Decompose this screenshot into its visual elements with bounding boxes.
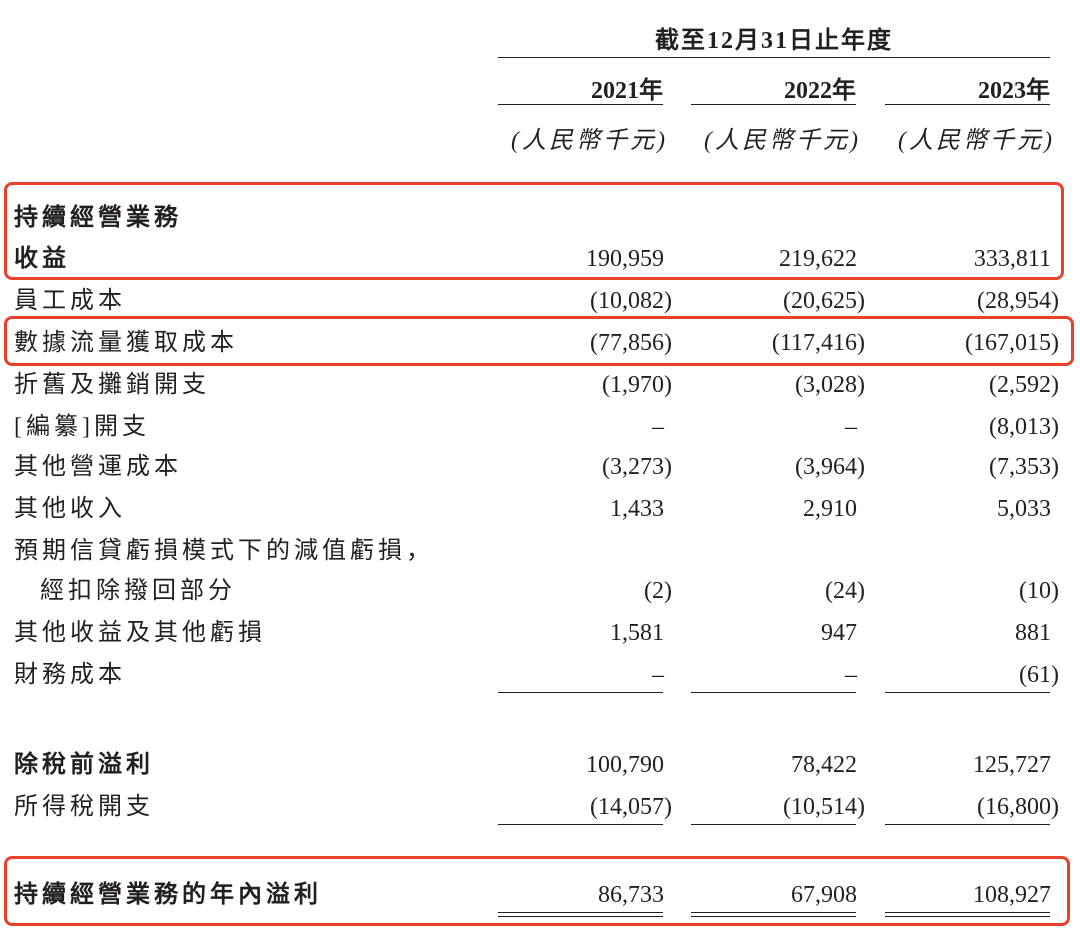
ecl-impairment-2023: (10) <box>1019 578 1059 604</box>
depreciation-2023: (2,592) <box>989 372 1059 398</box>
subtotal-rule-2022 <box>691 692 856 693</box>
other-gains-losses-2022: 947 <box>821 620 857 646</box>
other-income-2021: 1,433 <box>610 496 664 522</box>
row-label-redacted-expenses: [編纂]開支 <box>14 414 150 440</box>
highlight-box-profit <box>4 856 1070 926</box>
total-top-rule-2023 <box>885 824 1050 825</box>
finance-costs-2021: – <box>652 662 664 688</box>
profit-before-tax-2021: 100,790 <box>586 752 664 778</box>
year-rule-2021 <box>498 104 663 105</box>
ecl-impairment-2022: (24) <box>825 578 865 604</box>
unit-label-2021: (人民幣千元) <box>511 128 668 154</box>
ecl-impairment-2021: (2) <box>644 578 672 604</box>
highlight-box-traffic-cost <box>4 316 1074 366</box>
income-tax-2022: (10,514) <box>783 794 865 820</box>
total-top-rule-2022 <box>691 824 856 825</box>
other-income-2023: 5,033 <box>997 496 1051 522</box>
subtotal-rule-2023 <box>885 692 1050 693</box>
depreciation-2021: (1,970) <box>602 372 672 398</box>
year-header-2021: 2021年 <box>591 78 663 104</box>
row-label-net-of-reversal: 經扣除撥回部分 <box>40 578 236 604</box>
year-header-2023: 2023年 <box>978 78 1050 104</box>
highlight-box-revenue <box>4 182 1064 280</box>
row-label-other-operating-costs: 其他營運成本 <box>14 454 182 480</box>
finance-costs-2022: – <box>845 662 857 688</box>
subtotal-rule-2021 <box>498 692 663 693</box>
income-tax-2021: (14,057) <box>590 794 672 820</box>
year-rule-2023 <box>885 104 1050 105</box>
other-income-2022: 2,910 <box>803 496 857 522</box>
finance-costs-2023: (61) <box>1019 662 1059 688</box>
other-operating-costs-2021: (3,273) <box>602 454 672 480</box>
row-label-other-income: 其他收入 <box>14 496 126 522</box>
profit-before-tax-2023: 125,727 <box>973 752 1051 778</box>
row-label-depreciation: 折舊及攤銷開支 <box>14 372 210 398</box>
row-label-finance-costs: 財務成本 <box>14 662 126 688</box>
row-label-income-tax: 所得稅開支 <box>14 794 154 820</box>
unit-label-2022: (人民幣千元) <box>704 128 861 154</box>
row-label-ecl-impairment: 預期信貸虧損模式下的減值虧損， <box>14 538 434 564</box>
period-header: 截至12月31日止年度 <box>655 28 893 54</box>
year-rule-2022 <box>691 104 856 105</box>
other-gains-losses-2023: 881 <box>1015 620 1051 646</box>
other-operating-costs-2023: (7,353) <box>989 454 1059 480</box>
unit-label-2023: (人民幣千元) <box>898 128 1055 154</box>
year-header-2022: 2022年 <box>784 78 856 104</box>
income-tax-2023: (16,800) <box>977 794 1059 820</box>
redacted-expenses-2021: – <box>652 414 664 440</box>
redacted-expenses-2022: – <box>845 414 857 440</box>
depreciation-2022: (3,028) <box>795 372 865 398</box>
other-operating-costs-2022: (3,964) <box>795 454 865 480</box>
row-label-other-gains-losses: 其他收益及其他虧損 <box>14 620 266 646</box>
total-top-rule-2021 <box>498 824 663 825</box>
period-header-rule <box>498 57 1050 58</box>
profit-before-tax-2022: 78,422 <box>791 752 857 778</box>
row-label-profit-before-tax: 除稅前溢利 <box>14 752 154 778</box>
redacted-expenses-2023: (8,013) <box>989 414 1059 440</box>
other-gains-losses-2021: 1,581 <box>610 620 664 646</box>
